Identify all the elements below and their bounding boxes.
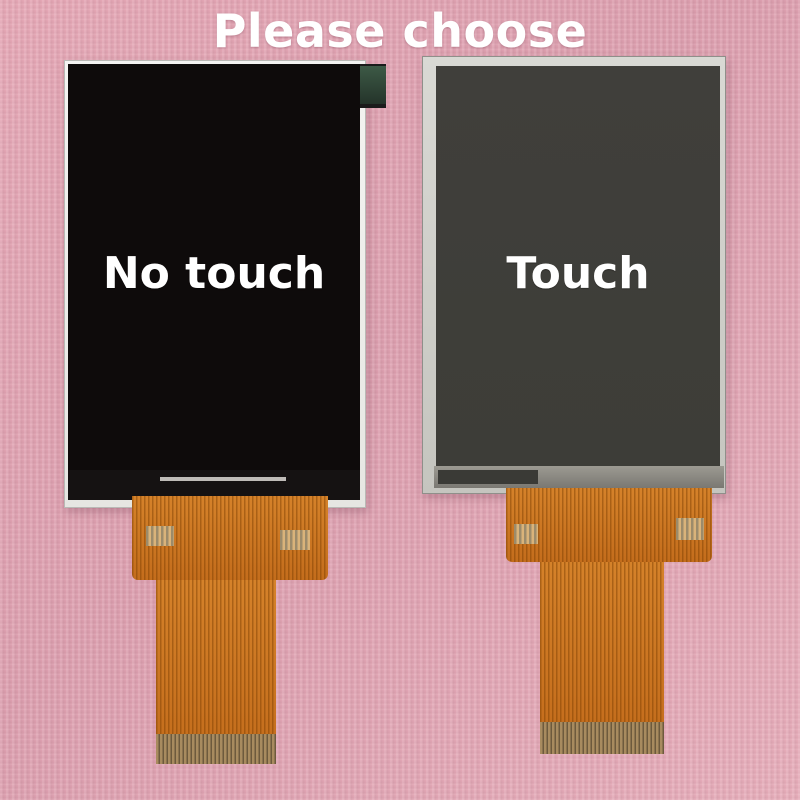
page-title: Please choose [212, 4, 588, 58]
flex-cable-right [506, 488, 712, 562]
touch-panel-bottom-dark [438, 470, 538, 484]
option-label-no-touch: No touch [102, 248, 326, 299]
flex-contact-pad [514, 524, 538, 544]
flex-contact-pad [146, 526, 174, 546]
flex-contact-pad [676, 518, 704, 540]
protective-film-tab [356, 66, 386, 104]
flex-connector-right [540, 722, 664, 754]
option-label-touch: Touch [506, 248, 650, 299]
flex-cable-right-tail [540, 562, 664, 732]
flex-cable-left [132, 496, 328, 580]
flex-connector-left [156, 734, 276, 764]
flex-contact-pad [280, 530, 310, 550]
flex-cable-left-tail [156, 580, 276, 748]
lcd-bottom-strip [160, 477, 286, 481]
